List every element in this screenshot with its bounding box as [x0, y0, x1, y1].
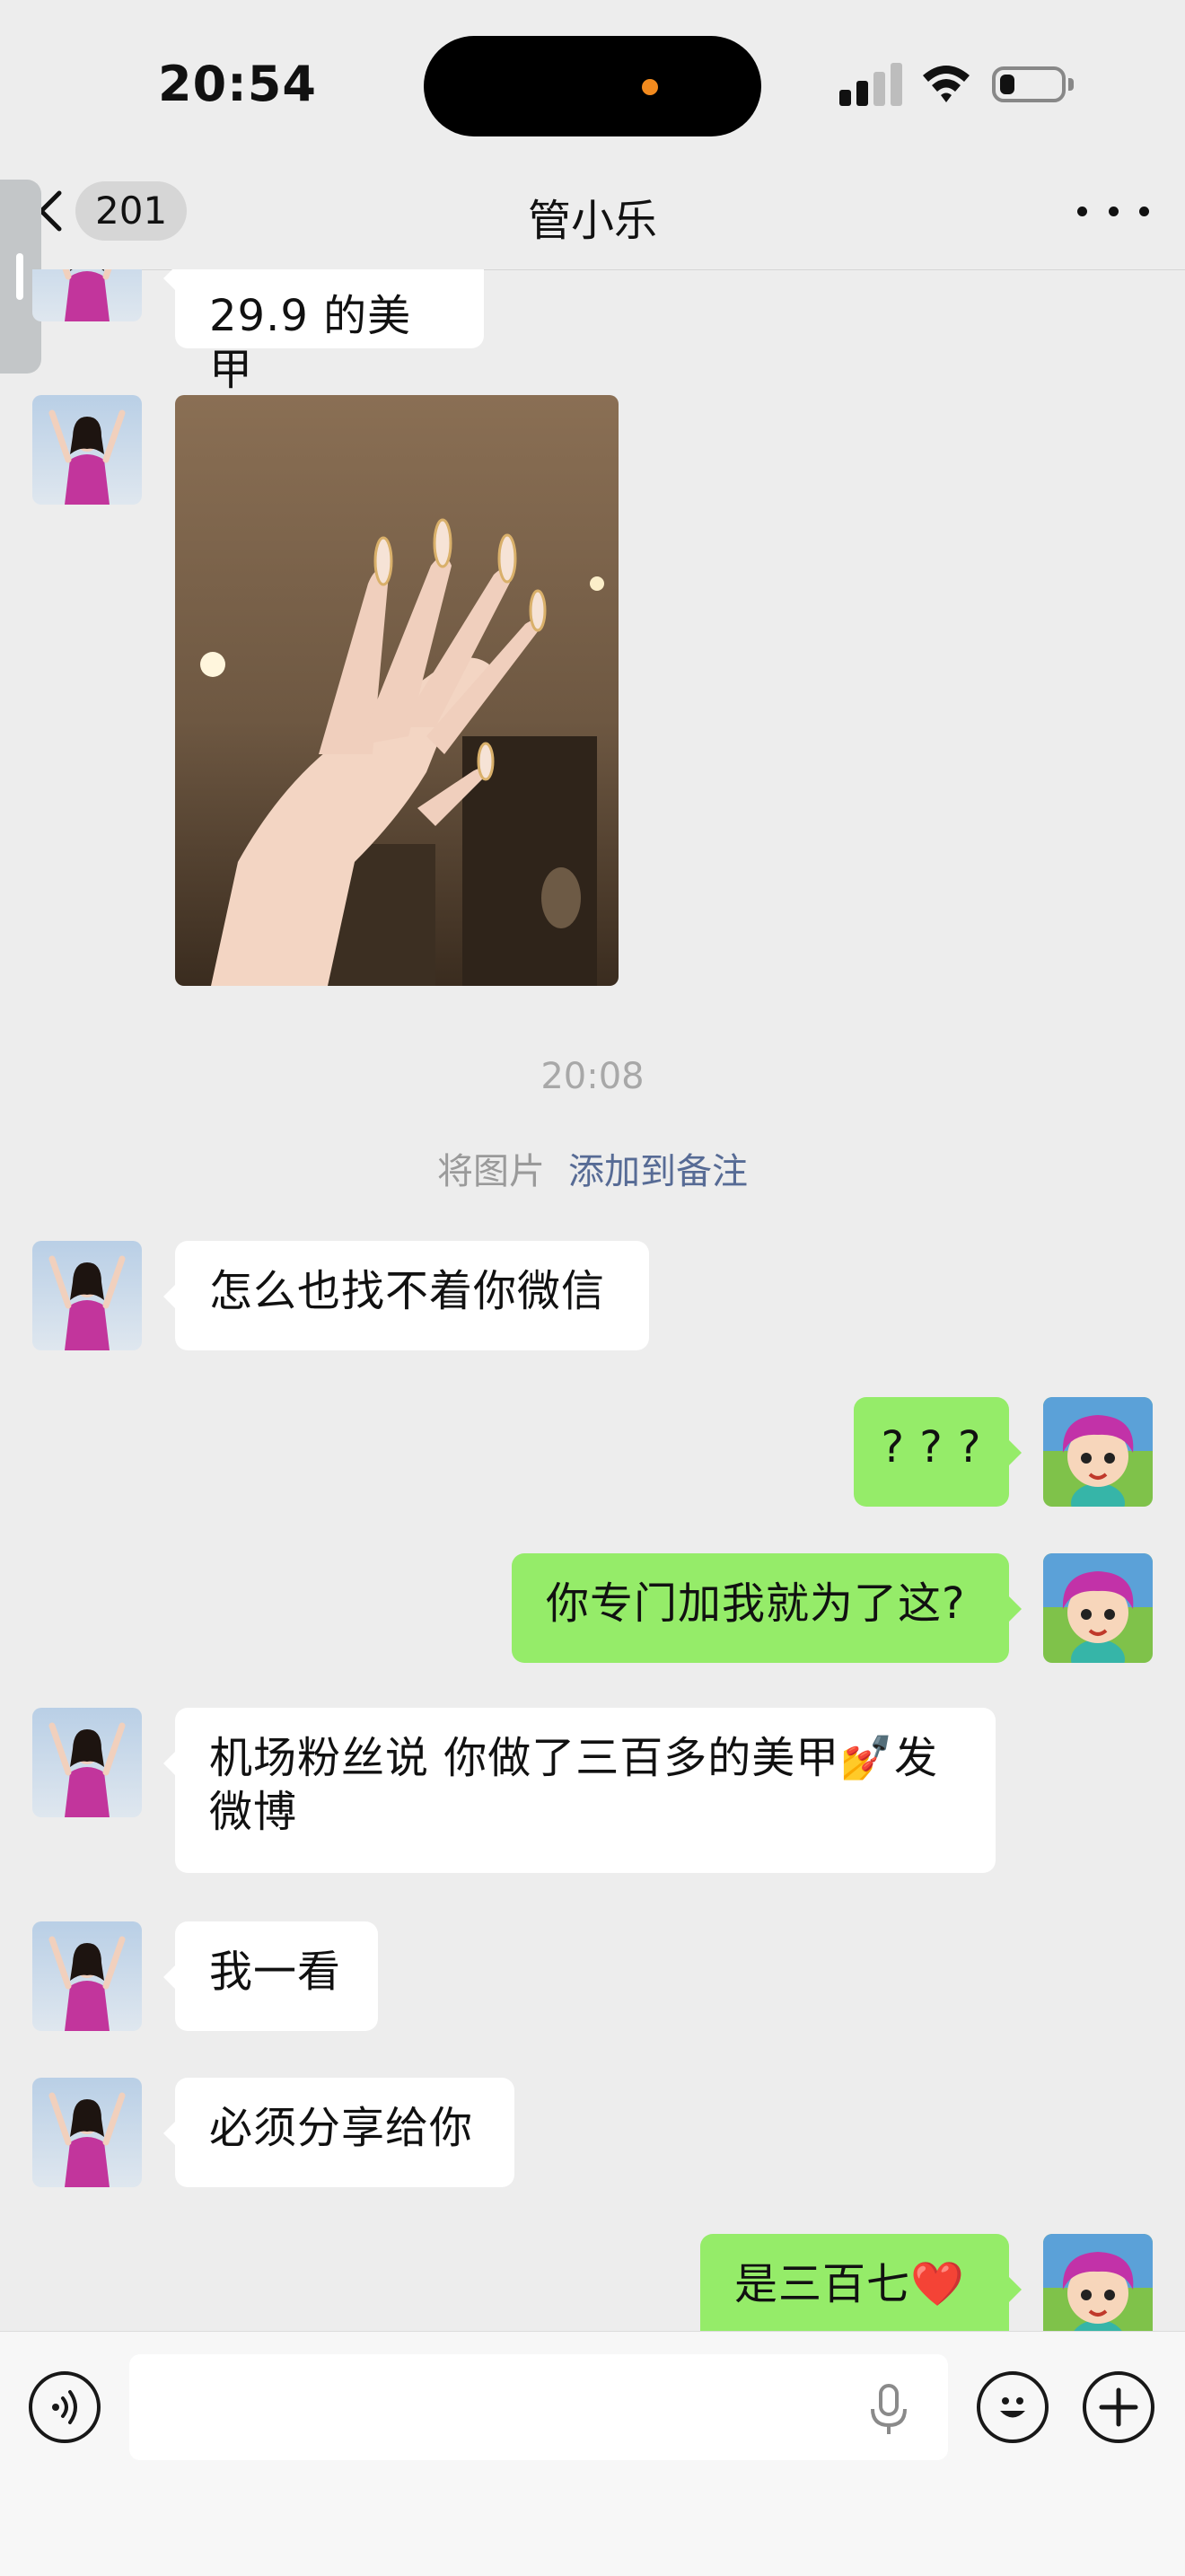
- bubble-tail: [163, 1965, 176, 1990]
- more-dot: [1108, 206, 1119, 216]
- microphone-icon[interactable]: [867, 2384, 910, 2436]
- battery-icon: [992, 66, 1066, 102]
- message-list[interactable]: 29.9 的美甲 20:08 将图片 添加到备注 怎么也找不着你微信 ? ? ?…: [0, 269, 1185, 2331]
- contact-avatar-image: [32, 269, 142, 321]
- contact-avatar[interactable]: [32, 2078, 142, 2187]
- contact-avatar[interactable]: [32, 269, 142, 321]
- message-text: 29.9 的美甲: [209, 291, 412, 395]
- message-timestamp: 20:08: [540, 1056, 645, 1097]
- bubble-tail: [163, 2121, 176, 2146]
- more-options-button[interactable]: [1077, 196, 1149, 226]
- message-text: ? ? ?: [881, 1422, 982, 1473]
- contact-avatar[interactable]: [32, 395, 142, 505]
- cartoon-avatar-image: [1043, 1553, 1153, 1663]
- message-text-line: 微博: [209, 1787, 298, 1837]
- bubble-tail: [1009, 1440, 1022, 1465]
- status-time: 20:54: [158, 56, 317, 112]
- message-bubble[interactable]: 必须分享给你: [175, 2078, 514, 2187]
- system-note: 将图片 添加到备注: [0, 1142, 1185, 1194]
- battery-nub: [1068, 78, 1074, 91]
- contact-avatar-image: [32, 1241, 142, 1350]
- chat-title: 管小乐: [527, 196, 657, 246]
- plus-icon: [1099, 2387, 1138, 2427]
- contact-avatar-image: [32, 395, 142, 505]
- dynamic-island: [424, 36, 761, 136]
- message-image[interactable]: [175, 395, 619, 986]
- bubble-tail: [163, 1751, 176, 1776]
- message-text: 怎么也找不着你微信: [209, 1266, 606, 1316]
- message-text-line: 机场粉丝说 你做了三百多的美甲💅发: [209, 1733, 939, 1783]
- nails-photo: [175, 395, 619, 986]
- contact-avatar[interactable]: [32, 1708, 142, 1817]
- bubble-tail: [163, 1284, 176, 1309]
- emoji-button[interactable]: [977, 2371, 1049, 2443]
- my-avatar[interactable]: [1043, 2234, 1153, 2331]
- my-avatar[interactable]: [1043, 1397, 1153, 1507]
- message-bubble[interactable]: 怎么也找不着你微信: [175, 1241, 649, 1350]
- emoji-icon: [1000, 2397, 1025, 2418]
- add-to-remark-link[interactable]: 添加到备注: [568, 1151, 748, 1192]
- voice-mode-button[interactable]: [29, 2371, 101, 2443]
- message-text: 你专门加我就为了这?: [546, 1578, 966, 1629]
- my-avatar[interactable]: [1043, 1553, 1153, 1663]
- contact-avatar-image: [32, 2078, 142, 2187]
- system-note-text: 将图片: [437, 1151, 545, 1192]
- cartoon-avatar-image: [1043, 2234, 1153, 2331]
- my-message-bubble[interactable]: 是三百七❤️: [700, 2234, 1009, 2331]
- battery-level-fill: [1000, 75, 1014, 94]
- bubble-tail: [1009, 2277, 1022, 2302]
- message-bubble[interactable]: 29.9 的美甲: [175, 269, 484, 395]
- message-bubble[interactable]: 机场粉丝说 你做了三百多的美甲💅发 微博: [175, 1708, 996, 1873]
- message-bubble[interactable]: 我一看: [175, 1921, 378, 2031]
- wifi-icon: [923, 66, 970, 102]
- message-text: 必须分享给你: [209, 2103, 474, 2153]
- bubble-tail: [1009, 1596, 1022, 1622]
- my-message-bubble[interactable]: 你专门加我就为了这?: [512, 1553, 1009, 1663]
- contact-avatar-image: [32, 1708, 142, 1817]
- contact-avatar-image: [32, 1921, 142, 2031]
- more-dot: [1139, 206, 1149, 216]
- more-dot: [1077, 206, 1087, 216]
- message-text: 是三百七❤️: [734, 2259, 965, 2309]
- cartoon-avatar-image: [1043, 1397, 1153, 1507]
- my-message-bubble[interactable]: ? ? ?: [854, 1397, 1009, 1507]
- message-input[interactable]: [129, 2354, 948, 2460]
- privacy-indicator-dot: [642, 79, 658, 95]
- voice-mode-icon: [52, 2390, 77, 2424]
- bubble-tail: [163, 269, 176, 291]
- plus-button[interactable]: [1083, 2371, 1154, 2443]
- cellular-signal-icon: [839, 61, 902, 106]
- message-text: 我一看: [209, 1947, 342, 1997]
- contact-avatar[interactable]: [32, 1921, 142, 2031]
- contact-avatar[interactable]: [32, 1241, 142, 1350]
